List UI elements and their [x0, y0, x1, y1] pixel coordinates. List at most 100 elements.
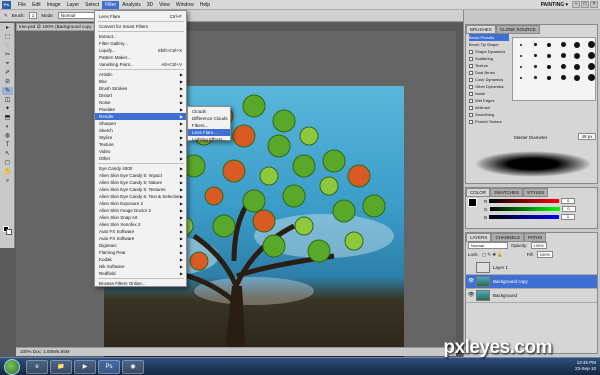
- tool-6-icon[interactable]: ⊘: [2, 78, 13, 86]
- opacity-value[interactable]: 100%: [530, 242, 547, 249]
- filter-menu-item[interactable]: Extract...: [95, 33, 186, 40]
- tool-7-icon[interactable]: ✎: [2, 87, 13, 95]
- brush-preset[interactable]: [543, 73, 555, 82]
- maximize-button[interactable]: □: [581, 1, 589, 8]
- checkbox[interactable]: [469, 56, 473, 61]
- system-clock[interactable]: 12:45 PM 23-Sep-10: [556, 360, 596, 374]
- tab-swatches[interactable]: SWATCHES: [490, 188, 524, 197]
- tab-clone-source[interactable]: CLONE SOURCE: [495, 25, 540, 34]
- brush-preset[interactable]: [529, 40, 541, 49]
- brush-option-row[interactable]: Texture: [469, 62, 509, 69]
- filter-menu-item[interactable]: Liquify... Shift+Ctrl+X: [95, 47, 186, 54]
- checkbox[interactable]: [469, 63, 473, 68]
- brush-option-row[interactable]: Other Dynamics: [469, 83, 509, 90]
- start-button[interactable]: [4, 359, 20, 375]
- filter-menu-item[interactable]: Kodak ▶: [95, 256, 186, 263]
- filter-menu-item[interactable]: Pixelate ▶: [95, 106, 186, 113]
- eye-icon[interactable]: [468, 265, 473, 270]
- red-value[interactable]: 0: [561, 198, 576, 204]
- filter-menu-item[interactable]: Alien Skin Snap Art ▶: [95, 214, 186, 221]
- brush-option-row[interactable]: Scattering: [469, 55, 509, 62]
- tool-3-icon[interactable]: ✂: [2, 51, 13, 59]
- brush-preset[interactable]: [543, 40, 555, 49]
- photoshop-taskbar-icon[interactable]: Ps: [98, 360, 120, 374]
- filter-menu-item[interactable]: Filter Gallery...: [95, 40, 186, 47]
- menu-view[interactable]: View: [156, 1, 173, 9]
- render-submenu-item[interactable]: Fibers...: [188, 122, 230, 129]
- filter-menu-item[interactable]: Lens Flare Ctrl+F: [95, 13, 186, 20]
- tool-0-icon[interactable]: ▸: [2, 24, 13, 32]
- filter-menu-item[interactable]: Noise ▶: [95, 99, 186, 106]
- filter-menu-item[interactable]: Digimarc ▶: [95, 242, 186, 249]
- fill-value[interactable]: 100%: [536, 251, 553, 258]
- checkbox[interactable]: [469, 98, 473, 103]
- color-foreground-swatch[interactable]: [468, 198, 477, 207]
- menu-help[interactable]: Help: [197, 1, 213, 9]
- lock-icons[interactable]: ▢ ✎ ✥ 🔒: [482, 252, 524, 258]
- checkbox[interactable]: [469, 49, 473, 54]
- close-button[interactable]: ×: [590, 1, 598, 8]
- checkbox[interactable]: [469, 84, 473, 89]
- checkbox[interactable]: [469, 70, 473, 75]
- checkbox[interactable]: [469, 119, 473, 124]
- filter-menu-item[interactable]: Stylize ▶: [95, 134, 186, 141]
- filter-menu-item[interactable]: Alien Skin Eye Candy 5: Nature ▶: [95, 179, 186, 186]
- background-color-swatch[interactable]: [6, 229, 12, 235]
- menu-layer[interactable]: Layer: [64, 1, 83, 9]
- brush-preset[interactable]: [585, 62, 597, 71]
- brush-preset[interactable]: [557, 40, 569, 49]
- brush-preset[interactable]: [557, 73, 569, 82]
- menu-edit[interactable]: Edit: [29, 1, 44, 9]
- filter-menu-item[interactable]: Redfield ▶: [95, 270, 186, 277]
- tool-16-icon[interactable]: ✋: [2, 168, 13, 176]
- tool-2-icon[interactable]: ◌: [2, 42, 13, 50]
- filter-menu-item[interactable]: Auto FX Software ▶: [95, 228, 186, 235]
- menu-window[interactable]: Window: [173, 1, 197, 9]
- tab-channels[interactable]: CHANNELS: [491, 233, 524, 242]
- brush-preset[interactable]: [571, 51, 583, 60]
- filter-menu-item[interactable]: Browse Filters Online...: [95, 280, 186, 287]
- brush-option-row[interactable]: Noise: [469, 90, 509, 97]
- brush-preset[interactable]: [571, 62, 583, 71]
- menu-file[interactable]: File: [15, 1, 29, 9]
- master-diameter-value[interactable]: 48 px: [578, 133, 596, 140]
- render-submenu-item[interactable]: Lens Flare...: [188, 129, 230, 136]
- checkbox[interactable]: [469, 77, 473, 82]
- brush-option-row[interactable]: Color Dynamics: [469, 76, 509, 83]
- brush-preset[interactable]: [529, 73, 541, 82]
- menu-select[interactable]: Select: [82, 1, 102, 9]
- layer-row[interactable]: 👁 Background copy: [466, 275, 597, 289]
- green-slider[interactable]: [489, 207, 560, 211]
- filter-menu-item[interactable]: Convert for Smart Filters: [95, 23, 186, 30]
- tool-5-icon[interactable]: ✐: [2, 69, 13, 77]
- brush-option-row[interactable]: Protect Texture: [469, 118, 509, 125]
- layer-row[interactable]: 👁 Background: [466, 289, 597, 303]
- filter-menu-item[interactable]: Alien Skin Exposure 2 ▶: [95, 200, 186, 207]
- layer-row[interactable]: Layer 1: [466, 261, 597, 275]
- tool-10-icon[interactable]: ⬒: [2, 114, 13, 122]
- tool-1-icon[interactable]: ⬚: [2, 33, 13, 41]
- brush-preset[interactable]: [515, 73, 527, 82]
- checkbox[interactable]: [469, 91, 473, 96]
- eye-icon[interactable]: 👁: [468, 293, 474, 298]
- filter-menu-item[interactable]: Sketch ▶: [95, 127, 186, 134]
- filter-menu-item[interactable]: Texture ▶: [95, 141, 186, 148]
- tab-layers[interactable]: LAYERS: [466, 233, 492, 242]
- menu-3d[interactable]: 3D: [144, 1, 156, 9]
- brush-preset[interactable]: [529, 51, 541, 60]
- filter-menu-item[interactable]: Render ▶: [95, 113, 186, 120]
- checkbox[interactable]: [469, 105, 473, 110]
- tool-9-icon[interactable]: ✦: [2, 105, 13, 113]
- filter-menu-item[interactable]: Alien Skin Eye Candy 6: Text & Selection…: [95, 193, 186, 200]
- brush-preset[interactable]: [515, 40, 527, 49]
- brush-option-row[interactable]: Dual Brush: [469, 69, 509, 76]
- tool-12-icon[interactable]: ◍: [2, 132, 13, 140]
- brush-preset[interactable]: [571, 40, 583, 49]
- brush-option-row[interactable]: Brush Tip Shape: [469, 41, 509, 48]
- filter-menu-item[interactable]: Distort ▶: [95, 92, 186, 99]
- workspace-switcher[interactable]: PAINTING ▾: [541, 1, 568, 9]
- filter-menu-item[interactable]: Pattern Maker...: [95, 54, 186, 61]
- filter-menu-item[interactable]: Flaming Pear ▶: [95, 249, 186, 256]
- filter-menu-item[interactable]: Nik Software ▶: [95, 263, 186, 270]
- menu-image[interactable]: Image: [44, 1, 64, 9]
